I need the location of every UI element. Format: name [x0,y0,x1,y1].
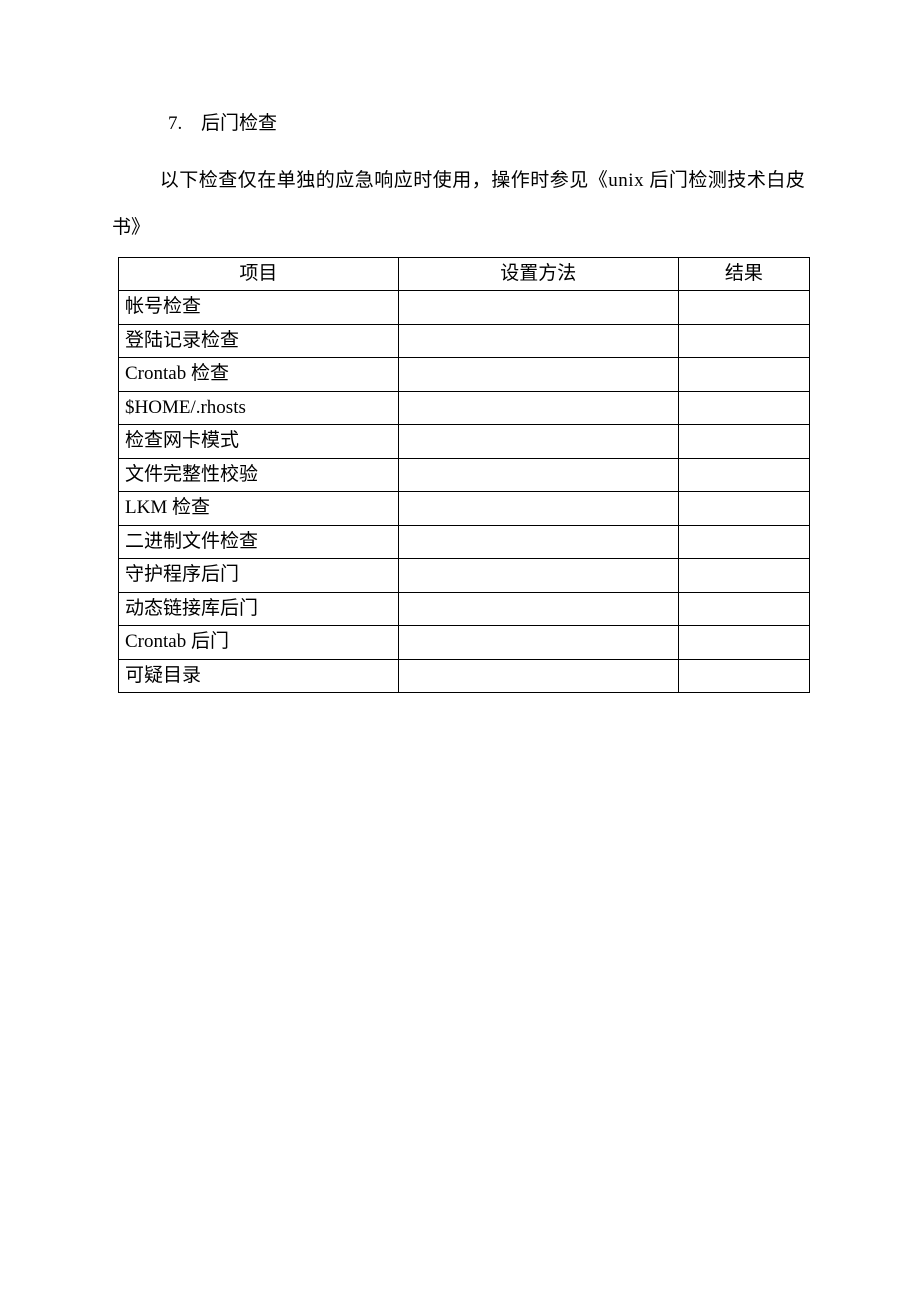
table-row: 可疑目录 [119,659,810,693]
table-cell-result [678,391,809,425]
table-cell-result [678,659,809,693]
table-cell-method [398,458,678,492]
table-cell-item: 动态链接库后门 [119,592,399,626]
table-cell-result [678,592,809,626]
table-cell-method [398,626,678,660]
table-cell-item: Crontab 检查 [119,358,399,392]
document-page: 7. 后门检查 以下检查仅在单独的应急响应时使用，操作时参见《unix 后门检测… [0,0,920,1302]
intro-paragraph-line1: 以下检查仅在单独的应急响应时使用，操作时参见《unix 后门检测技术白皮 [118,167,810,196]
table-row: 二进制文件检查 [119,525,810,559]
table-cell-result [678,559,809,593]
table-cell-item: Crontab 后门 [119,626,399,660]
table-cell-method [398,358,678,392]
table-cell-result [678,324,809,358]
table-cell-item: 守护程序后门 [119,559,399,593]
table-cell-item: LKM 检查 [119,492,399,526]
table-cell-item: 帐号检查 [119,291,399,325]
section-heading: 7. 后门检查 [168,110,810,139]
table-cell-result [678,425,809,459]
table-header-result: 结果 [678,257,809,291]
table-cell-result [678,358,809,392]
table-cell-item: 检查网卡模式 [119,425,399,459]
table-row: Crontab 检查 [119,358,810,392]
table-cell-result [678,458,809,492]
table-row: $HOME/.rhosts [119,391,810,425]
table-cell-item: 登陆记录检查 [119,324,399,358]
table-cell-result [678,291,809,325]
table-row: 检查网卡模式 [119,425,810,459]
table-row: 守护程序后门 [119,559,810,593]
table-row: LKM 检查 [119,492,810,526]
table-cell-item: 可疑目录 [119,659,399,693]
table-header-item: 项目 [119,257,399,291]
table-cell-method [398,659,678,693]
table-cell-result [678,492,809,526]
table-header-row: 项目 设置方法 结果 [119,257,810,291]
table-cell-method [398,525,678,559]
table-cell-item: 二进制文件检查 [119,525,399,559]
table-cell-method [398,559,678,593]
table-cell-result [678,626,809,660]
table-cell-method [398,592,678,626]
table-cell-method [398,391,678,425]
table-header-method: 设置方法 [398,257,678,291]
table-row: Crontab 后门 [119,626,810,660]
table-row: 登陆记录检查 [119,324,810,358]
section-title: 后门检查 [201,113,277,134]
table-cell-item: 文件完整性校验 [119,458,399,492]
table-cell-method [398,291,678,325]
table-cell-method [398,492,678,526]
table-body: 帐号检查 登陆记录检查 Crontab 检查 $HOME/.rhosts 检查网 [119,291,810,693]
table-row: 文件完整性校验 [119,458,810,492]
intro-paragraph-line2: 书》 [112,214,810,243]
table-row: 帐号检查 [119,291,810,325]
check-table: 项目 设置方法 结果 帐号检查 登陆记录检查 Crontab 检查 [118,257,810,694]
table-row: 动态链接库后门 [119,592,810,626]
section-number: 7. [168,110,182,139]
table-cell-method [398,324,678,358]
table-cell-result [678,525,809,559]
table-cell-item: $HOME/.rhosts [119,391,399,425]
table-cell-method [398,425,678,459]
